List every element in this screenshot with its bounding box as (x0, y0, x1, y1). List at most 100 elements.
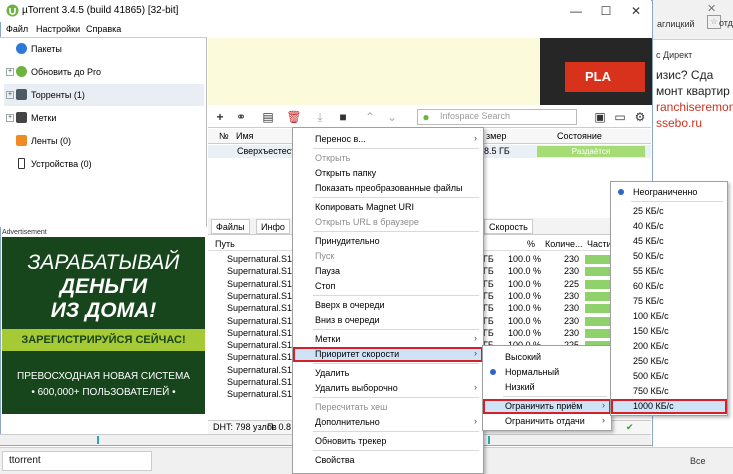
menu-item-label: Свойства (315, 455, 355, 465)
limit-menu-item[interactable]: 200 КБ/с (611, 339, 727, 354)
expand-icon[interactable]: + (6, 91, 14, 99)
context-menu-item[interactable]: Вверх в очереди (293, 298, 483, 313)
tab-info[interactable]: Инфо (256, 219, 290, 234)
ad-subtext-1: ПРЕВОСХОДНАЯ НОВАЯ СИСТЕМА (17, 371, 190, 382)
download-icon[interactable]: ⤓ (312, 109, 328, 125)
context-menu-item[interactable]: Дополнительно › (293, 415, 483, 430)
limit-menu-item[interactable]: 50 КБ/с (611, 249, 727, 264)
tab-label: Инфо (261, 222, 285, 232)
limit-menu-item[interactable]: 1000 КБ/с (611, 399, 727, 414)
limit-menu-item[interactable]: 500 КБ/с (611, 369, 727, 384)
chat-icon[interactable]: ▣ (592, 109, 608, 125)
context-menu-item[interactable]: Принудительно (293, 234, 483, 249)
close-icon[interactable]: ✕ (621, 0, 651, 22)
menu-file[interactable]: Файл (6, 24, 28, 34)
limit-menu-item[interactable]: 750 КБ/с (611, 384, 727, 399)
files-column-parts[interactable]: Части (587, 239, 612, 249)
remote-icon[interactable]: ▭ (612, 109, 628, 125)
advertisement-label: Advertisement (2, 229, 47, 236)
context-menu-item[interactable]: Удалить (293, 366, 483, 381)
expand-icon[interactable]: + (6, 114, 14, 122)
limit-menu-item[interactable]: 60 КБ/с (611, 279, 727, 294)
settings-gear-icon[interactable]: ⚙ (632, 109, 648, 125)
add-link-icon[interactable]: ⚭ (233, 109, 249, 125)
context-menu-item[interactable]: Метки › (293, 332, 483, 347)
column-number[interactable]: № (219, 131, 229, 141)
sidebar-item-labels[interactable]: + Метки (4, 107, 204, 129)
limit-menu-item[interactable]: 250 КБ/с (611, 354, 727, 369)
limit-menu-item[interactable]: 40 КБ/с (611, 219, 727, 234)
sidebar-item-packages[interactable]: Пакеты (4, 38, 204, 60)
create-torrent-icon[interactable]: ▤ (260, 109, 276, 125)
file-percent: 100.0 % (508, 315, 542, 326)
priority-menu-item[interactable]: Нормальный (483, 365, 611, 380)
file-progress-bar (585, 255, 611, 264)
file-count: 230 (564, 327, 580, 338)
file-size: ГБ (483, 266, 494, 277)
context-menu-item[interactable]: Показать преобразованные файлы (293, 181, 483, 196)
column-size[interactable]: змер (486, 131, 506, 141)
taskbar-item[interactable]: ttorrent (2, 451, 152, 471)
priority-menu-item[interactable]: Высокий (483, 350, 611, 365)
menu-settings[interactable]: Настройки (36, 24, 80, 34)
limit-menu-item[interactable]: 45 КБ/с (611, 234, 727, 249)
context-menu-item: Открыть (293, 151, 483, 166)
limit-menu-item[interactable]: 25 КБ/с (611, 204, 727, 219)
tab-label: Скорость (489, 222, 528, 232)
tab-files[interactable]: Файлы (211, 219, 250, 234)
context-menu-item[interactable]: Перенос в... › (293, 132, 483, 147)
context-menu-item[interactable]: Приоритет скорости › (293, 347, 483, 362)
sidebar-item-torrents[interactable]: + Торренты (1) (4, 84, 204, 106)
ad-cta-button[interactable]: ЗАРЕГИСТРИРУЙСЯ СЕЙЧАС! (2, 329, 205, 351)
torrents-icon (16, 89, 27, 100)
ad-play-button[interactable]: PLA (565, 62, 645, 92)
column-status[interactable]: Состояние (557, 131, 602, 141)
context-menu-item[interactable]: Копировать Magnet URI (293, 200, 483, 215)
context-menu-item[interactable]: Удалить выборочно › (293, 381, 483, 396)
maximize-icon[interactable]: ☐ (591, 0, 621, 22)
sidebar-item-devices[interactable]: Устройства (0) (4, 153, 204, 175)
file-size: ГБ (483, 303, 494, 314)
limit-menu-item[interactable]: Неограниченно (611, 185, 727, 200)
menu-separator (313, 231, 479, 232)
advertisement-banner[interactable]: ЗАРАБАТЫВАЙ ДЕНЬГИ ИЗ ДОМА! ЗАРЕГИСТРИРУ… (2, 237, 205, 414)
expand-icon[interactable]: + (6, 68, 14, 76)
menu-item-label: 60 КБ/с (633, 281, 664, 291)
context-menu-item[interactable]: Стоп (293, 279, 483, 294)
minimize-icon[interactable]: — (561, 0, 591, 22)
add-torrent-icon[interactable]: + (212, 109, 228, 125)
files-column-count[interactable]: Количе... (545, 239, 583, 249)
move-down-icon[interactable]: ⌄ (384, 109, 400, 125)
context-menu-item[interactable]: Обновить трекер (293, 434, 483, 449)
taskbar-right-label[interactable]: Все (690, 456, 706, 466)
sidebar-item-feeds[interactable]: Ленты (0) (4, 130, 204, 152)
menu-help[interactable]: Справка (86, 24, 121, 34)
context-menu-item[interactable]: Вниз в очереди (293, 313, 483, 328)
context-menu-item[interactable]: Открыть папку (293, 166, 483, 181)
menu-item-label: Принудительно (315, 236, 380, 246)
context-menu-item[interactable]: Свойства (293, 453, 483, 468)
tab-speed[interactable]: Скорость (484, 219, 533, 234)
search-provider-icon[interactable]: ● (418, 109, 434, 125)
delete-icon[interactable]: 🗑 (286, 109, 302, 125)
background-ad-line: ssebo.ru (656, 116, 703, 130)
file-progress-bar (585, 267, 611, 277)
submenu-arrow-icon: › (474, 348, 477, 358)
files-column-path[interactable]: Путь (215, 239, 235, 249)
move-up-icon[interactable]: ⌃ (362, 109, 378, 125)
files-column-percent[interactable]: % (527, 239, 535, 249)
priority-menu-item[interactable]: Низкий (483, 380, 611, 395)
sidebar-item-upgrade[interactable]: + Обновить до Pro (4, 61, 204, 83)
stop-icon[interactable]: ■ (335, 109, 351, 125)
limit-menu-item[interactable]: 150 КБ/с (611, 324, 727, 339)
priority-menu-item[interactable]: Ограничить отдачи › (483, 414, 611, 429)
context-menu-item[interactable]: Пауза (293, 264, 483, 279)
limit-menu-item[interactable]: 55 КБ/с (611, 264, 727, 279)
menu-item-label: 150 КБ/с (633, 326, 669, 336)
limit-menu-item[interactable]: 75 КБ/с (611, 294, 727, 309)
top-ad-panel[interactable] (208, 38, 540, 105)
submenu-arrow-icon: › (602, 400, 605, 410)
priority-menu-item[interactable]: Ограничить приём › (483, 399, 611, 414)
limit-menu-item[interactable]: 100 КБ/с (611, 309, 727, 324)
column-name[interactable]: Имя (236, 131, 254, 141)
